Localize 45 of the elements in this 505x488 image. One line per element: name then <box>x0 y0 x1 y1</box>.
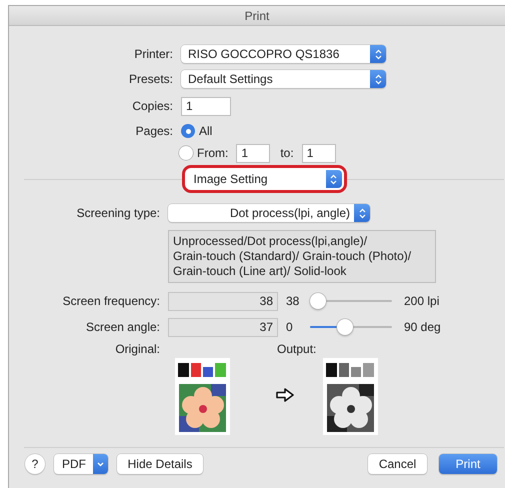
field-label: Copies: <box>131 99 173 113</box>
dialog-button[interactable]: Print <box>439 454 497 474</box>
value-field[interactable]: 37 <box>168 318 278 336</box>
chevron-icon <box>97 462 104 466</box>
field-label: Screen frequency: <box>62 294 160 308</box>
stepper-icon <box>358 208 366 218</box>
presets-popup[interactable]: Default Settings <box>181 70 386 88</box>
from-field[interactable]: 1 <box>236 144 270 162</box>
field-label: Screening type: <box>76 206 160 220</box>
slider-thumb[interactable] <box>337 319 354 335</box>
arrow-icon <box>276 388 294 402</box>
info-text: Grain-touch (Standard)/ Grain-touch (Photo)/ <box>173 249 412 264</box>
stepper-icon <box>374 74 382 84</box>
stepper-icon <box>374 48 382 60</box>
preview-label: Original: <box>114 342 160 356</box>
field-label: Pages: <box>134 124 173 138</box>
pdf-menu-button[interactable]: PDF <box>54 454 108 474</box>
info-text: Unprocessed/Dot process(lpi,angle)/ <box>173 234 368 249</box>
radio-label: All <box>199 124 212 138</box>
min-label: 38 <box>286 294 300 308</box>
dialog-button[interactable]: Cancel <box>368 454 427 474</box>
field-label: to: <box>280 146 294 160</box>
screening-popup[interactable]: Dot process(lpi, angle) <box>168 204 370 222</box>
max-label: 90 deg <box>404 320 441 334</box>
dialog-button[interactable]: Hide Details <box>117 454 203 474</box>
slider-track[interactable] <box>310 293 392 309</box>
field-label: Printer: <box>133 47 173 61</box>
preview-label: Output: <box>277 342 316 356</box>
help-button[interactable]: ? <box>25 454 45 474</box>
printer-popup[interactable]: RISO GOCCOPRO QS1836 <box>181 45 386 63</box>
radio-label: From: <box>197 146 228 160</box>
max-label: 200 lpi <box>404 294 440 308</box>
value-field[interactable]: 38 <box>168 292 278 310</box>
radio-button[interactable] <box>179 146 193 160</box>
slider-thumb[interactable] <box>310 293 326 309</box>
info-text: Grain-touch (Line art)/ Solid-look <box>173 264 348 279</box>
copies-field[interactable]: 1 <box>181 96 231 116</box>
radio-button[interactable] <box>181 124 195 138</box>
stepper-icon <box>330 174 337 184</box>
window-title: Print <box>244 8 270 22</box>
slider-track[interactable] <box>310 319 392 335</box>
to-field[interactable]: 1 <box>302 144 336 162</box>
min-label: 0 <box>286 320 294 334</box>
field-label: Screen angle: <box>84 320 160 334</box>
field-label: Presets: <box>128 72 173 86</box>
